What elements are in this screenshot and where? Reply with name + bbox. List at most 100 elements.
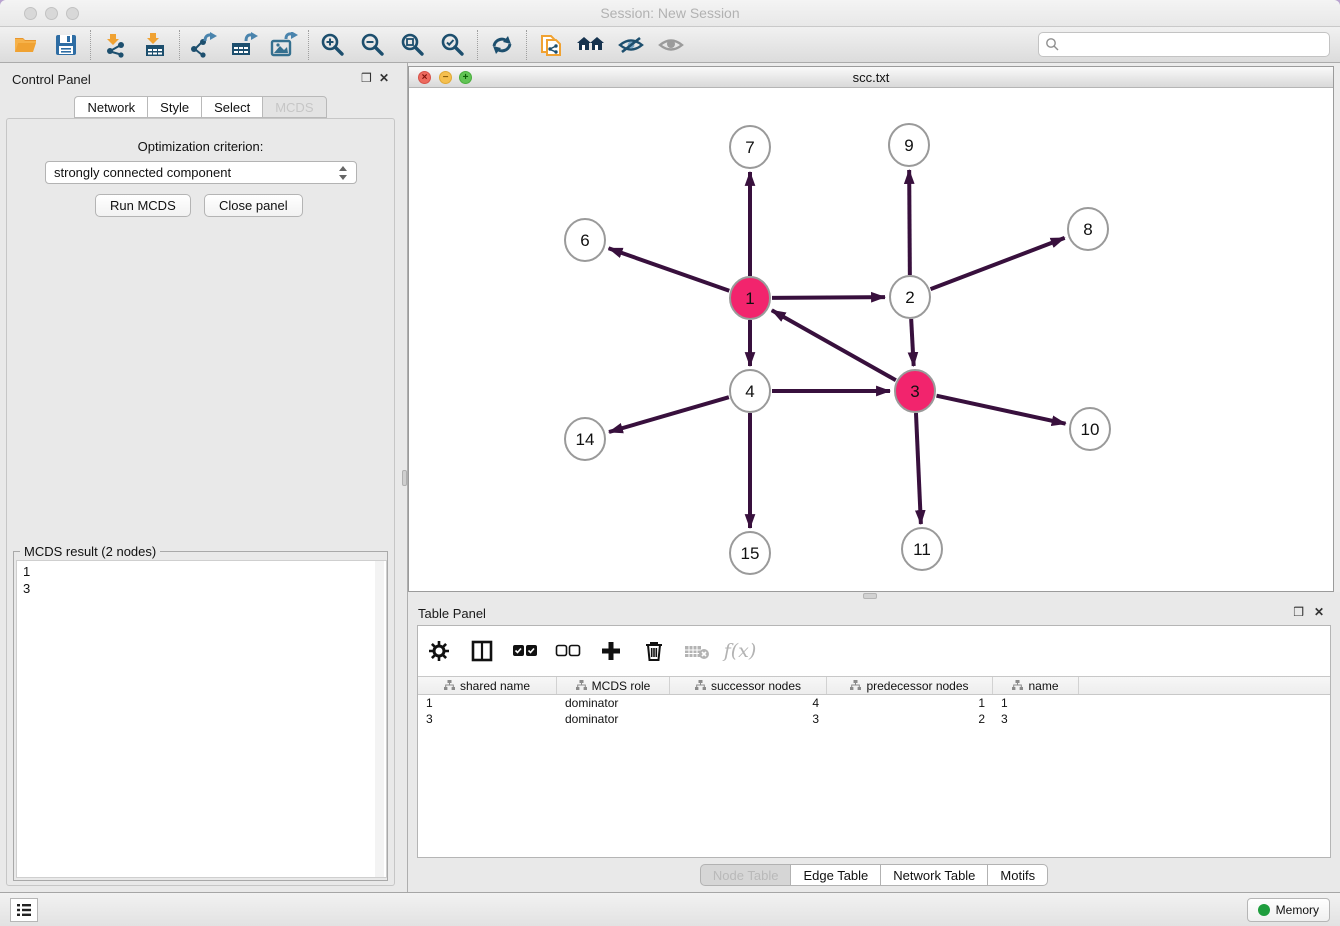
table-cell[interactable]: 3	[418, 711, 557, 727]
edge-3-1[interactable]	[772, 310, 896, 380]
zoom-selected-icon[interactable]	[433, 30, 473, 60]
column-header-successor-nodes[interactable]: successor nodes	[670, 677, 827, 694]
mcds-panel-body: Optimization criterion: strongly connect…	[6, 118, 395, 886]
edge-3-11[interactable]	[916, 413, 921, 524]
tab-select[interactable]: Select	[201, 96, 262, 118]
edge-4-14[interactable]	[609, 397, 729, 432]
node-10[interactable]: 10	[1070, 408, 1110, 450]
copy-network-icon[interactable]	[531, 30, 571, 60]
close-panel-icon[interactable]: ✕	[379, 72, 389, 84]
table-close-panel-icon[interactable]: ✕	[1314, 606, 1324, 618]
run-mcds-button[interactable]: Run MCDS	[95, 194, 191, 217]
select-all-columns-icon[interactable]	[512, 638, 538, 664]
save-session-icon[interactable]	[46, 30, 86, 60]
vertical-splitter[interactable]	[401, 63, 408, 892]
show-column-pane-icon[interactable]	[469, 638, 495, 664]
column-header-MCDS-role[interactable]: MCDS role	[557, 677, 670, 694]
edge-2-9[interactable]	[909, 170, 910, 275]
node-label: 11	[913, 540, 931, 559]
node-6[interactable]: 6	[565, 219, 605, 261]
home-layout-icon[interactable]	[571, 30, 611, 60]
table-cell[interactable]: 1	[418, 695, 557, 711]
table-cell[interactable]: 1	[993, 695, 1079, 711]
table-cell[interactable]: dominator	[557, 711, 670, 727]
vertical-splitter-handle[interactable]	[402, 470, 407, 486]
edge-3-10[interactable]	[936, 396, 1065, 424]
node-3[interactable]: 3	[895, 370, 935, 412]
close-panel-button[interactable]: Close panel	[204, 194, 303, 217]
show-graphics-details-icon[interactable]	[651, 30, 691, 60]
edge-2-3[interactable]	[911, 319, 914, 366]
horizontal-splitter-handle[interactable]	[863, 593, 877, 599]
optimization-criterion-label: Optimization criterion:	[7, 139, 394, 154]
table-row[interactable]: 3dominator323	[418, 711, 1330, 727]
node-9[interactable]: 9	[889, 124, 929, 166]
edge-1-6[interactable]	[609, 248, 730, 290]
network-canvas[interactable]: 7 9 6 8 1 2 4 3 14 10 15 11	[409, 88, 1333, 591]
mcds-result-scrollbar[interactable]	[375, 561, 384, 877]
memory-button[interactable]: Memory	[1247, 898, 1330, 922]
node-1[interactable]: 1	[730, 277, 770, 319]
tab-network-table[interactable]: Network Table	[880, 864, 987, 886]
column-header-name[interactable]: name	[993, 677, 1079, 694]
horizontal-splitter[interactable]	[408, 592, 1340, 600]
node-15[interactable]: 15	[730, 532, 770, 574]
node-14[interactable]: 14	[565, 418, 605, 460]
node-2[interactable]: 2	[890, 276, 930, 318]
table-body: 1dominator4113dominator323	[418, 695, 1330, 727]
table-cell[interactable]: 2	[827, 711, 993, 727]
zoom-out-icon[interactable]	[353, 30, 393, 60]
node-label: 9	[904, 136, 913, 155]
tab-style[interactable]: Style	[147, 96, 201, 118]
table-cell[interactable]: 3	[993, 711, 1079, 727]
export-network-icon[interactable]	[184, 30, 224, 60]
node-4[interactable]: 4	[730, 370, 770, 412]
table-settings-gear-icon[interactable]	[426, 638, 452, 664]
search-box[interactable]	[1038, 32, 1330, 57]
export-table-icon[interactable]	[224, 30, 264, 60]
node-7[interactable]: 7	[730, 126, 770, 168]
tab-edge-table[interactable]: Edge Table	[790, 864, 880, 886]
open-file-icon[interactable]	[6, 30, 46, 60]
node-label: 8	[1083, 220, 1092, 239]
optimization-criterion-select[interactable]: strongly connected component	[45, 161, 357, 184]
application-window: Session: New Session	[0, 0, 1340, 926]
zoom-fit-icon[interactable]	[393, 30, 433, 60]
table-row[interactable]: 1dominator411	[418, 695, 1330, 711]
edge-1-2[interactable]	[772, 297, 885, 298]
table-cell[interactable]: 1	[827, 695, 993, 711]
node-11[interactable]: 11	[902, 528, 942, 570]
float-panel-icon[interactable]: ❒	[361, 72, 372, 84]
table-float-panel-icon[interactable]: ❒	[1293, 606, 1304, 618]
edge-2-8[interactable]	[931, 238, 1065, 289]
main-toolbar	[0, 27, 1340, 63]
search-input[interactable]	[1060, 35, 1329, 55]
task-history-button[interactable]	[10, 898, 38, 922]
table-cell[interactable]: dominator	[557, 695, 670, 711]
hide-graphics-details-icon[interactable]	[611, 30, 651, 60]
node-label: 10	[1081, 420, 1100, 439]
tab-node-table[interactable]: Node Table	[700, 864, 791, 886]
column-header-shared-name[interactable]: shared name	[418, 677, 557, 694]
table-cell[interactable]: 4	[670, 695, 827, 711]
import-network-icon[interactable]	[95, 30, 135, 60]
zoom-in-icon[interactable]	[313, 30, 353, 60]
function-builder-icon-disabled: f(x)	[727, 638, 753, 664]
tab-mcds[interactable]: MCDS	[262, 96, 326, 118]
delete-column-icon[interactable]	[641, 638, 667, 664]
table-cell[interactable]: 3	[670, 711, 827, 727]
network-window-titlebar[interactable]: × − + scc.txt	[409, 67, 1333, 88]
import-table-icon[interactable]	[135, 30, 175, 60]
refresh-view-icon[interactable]	[482, 30, 522, 60]
node-label: 1	[745, 289, 754, 308]
node-label: 15	[741, 544, 760, 563]
deselect-all-columns-icon[interactable]	[555, 638, 581, 664]
tab-motifs[interactable]: Motifs	[987, 864, 1048, 886]
export-image-icon[interactable]	[264, 30, 304, 60]
column-header-predecessor-nodes[interactable]: predecessor nodes	[827, 677, 993, 694]
node-8[interactable]: 8	[1068, 208, 1108, 250]
mcds-result-text[interactable]: 1 3	[16, 560, 387, 878]
create-column-icon[interactable]	[598, 638, 624, 664]
tab-network[interactable]: Network	[74, 96, 147, 118]
node-table: shared nameMCDS rolesuccessor nodesprede…	[418, 676, 1330, 727]
